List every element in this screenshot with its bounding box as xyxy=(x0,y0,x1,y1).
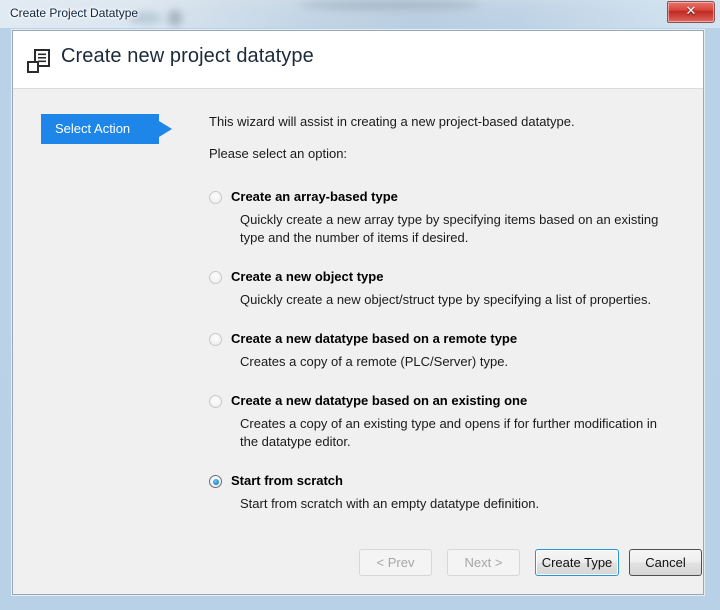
radio-array-based-type[interactable] xyxy=(209,191,222,204)
close-button[interactable]: ✕ xyxy=(667,1,715,23)
main-content: This wizard will assist in creating a ne… xyxy=(209,113,689,535)
option-description: Creates a copy of a remote (PLC/Server) … xyxy=(240,354,509,369)
option-title: Create a new datatype based on a remote … xyxy=(231,331,518,346)
option-based-on-remote-type[interactable]: Create a new datatype based on a remote … xyxy=(209,331,689,371)
chevron-right-icon xyxy=(159,121,172,137)
option-new-object-type[interactable]: Create a new object type Quickly create … xyxy=(209,269,689,309)
window-frame: Create Project Datatype ✕ Create new pro… xyxy=(0,0,720,610)
option-description: Quickly create a new object/struct type … xyxy=(240,292,652,307)
screen: Create Project Datatype ✕ Create new pro… xyxy=(0,0,720,610)
create-type-button[interactable]: Create Type xyxy=(535,549,619,576)
prev-button[interactable]: < Prev xyxy=(359,549,432,576)
option-description: Creates a copy of an existing type and o… xyxy=(240,416,657,449)
dialog-footer: < Prev Next > Create Type Cancel xyxy=(13,536,703,594)
option-description: Quickly create a new array type by speci… xyxy=(240,212,659,245)
option-title: Create an array-based type xyxy=(231,189,398,204)
cancel-button[interactable]: Cancel xyxy=(629,549,702,576)
option-based-on-existing-one[interactable]: Create a new datatype based on an existi… xyxy=(209,393,689,451)
window-title: Create Project Datatype xyxy=(10,6,139,20)
option-radio-group: Create an array-based type Quickly creat… xyxy=(209,189,689,513)
radio-based-on-remote-type[interactable] xyxy=(209,333,222,346)
radio-new-object-type[interactable] xyxy=(209,271,222,284)
sidebar-item-select-action[interactable]: Select Action xyxy=(41,114,172,144)
sidebar-item-label: Select Action xyxy=(55,121,131,136)
option-title: Create a new datatype based on an existi… xyxy=(231,393,528,408)
option-title: Start from scratch xyxy=(231,473,343,488)
page-title: Create new project datatype xyxy=(61,45,314,67)
radio-start-from-scratch[interactable] xyxy=(209,475,222,488)
option-start-from-scratch[interactable]: Start from scratch Start from scratch wi… xyxy=(209,473,689,513)
title-bar[interactable]: Create Project Datatype ✕ xyxy=(0,0,720,28)
close-icon: ✕ xyxy=(685,4,697,19)
intro-line-1: This wizard will assist in creating a ne… xyxy=(209,114,575,129)
option-description: Start from scratch with an empty datatyp… xyxy=(240,496,540,511)
option-array-based-type[interactable]: Create an array-based type Quickly creat… xyxy=(209,189,689,247)
dialog-header: Create new project datatype xyxy=(13,31,703,89)
intro-line-2: Please select an option: xyxy=(209,146,348,161)
radio-based-on-existing-one[interactable] xyxy=(209,395,222,408)
datatype-struct-icon xyxy=(26,48,52,74)
option-title: Create a new object type xyxy=(231,269,384,284)
dialog-client-area: Create new project datatype Select Actio… xyxy=(12,30,704,595)
next-button[interactable]: Next > xyxy=(447,549,520,576)
